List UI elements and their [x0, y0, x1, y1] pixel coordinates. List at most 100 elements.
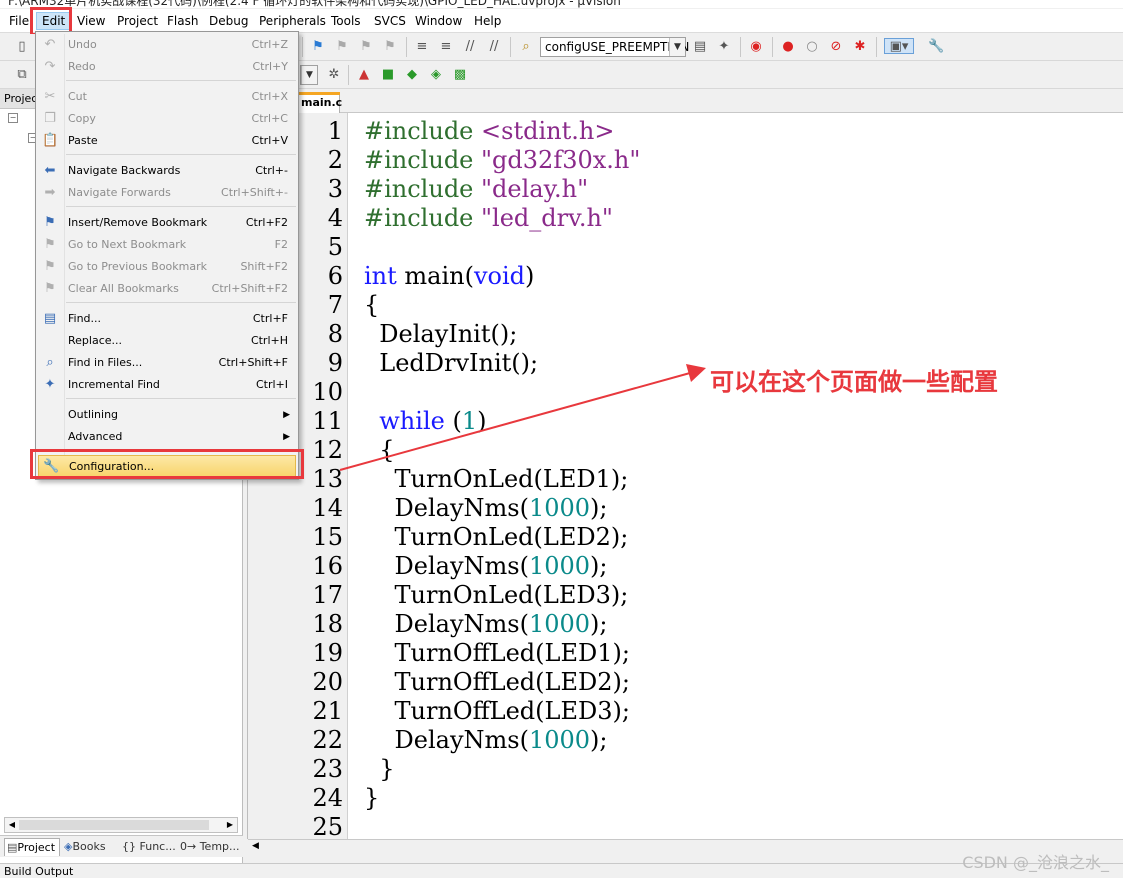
- scroll-left-icon[interactable]: ◀: [5, 818, 19, 832]
- breakpoint-clear-icon[interactable]: ⊘: [828, 39, 844, 55]
- tree-expand-icon[interactable]: −: [8, 113, 18, 123]
- menu-item-outlining[interactable]: Outlining ▶: [38, 404, 296, 426]
- project-panel-scrollbar[interactable]: ◀ ▶: [4, 817, 238, 833]
- code-line: TurnOnLed(LED2);: [364, 523, 629, 552]
- submenu-arrow-icon: ▶: [283, 432, 290, 442]
- menu-flash[interactable]: Flash: [162, 12, 203, 30]
- code-token: LedDrvInit();: [364, 349, 539, 377]
- debug-start-icon[interactable]: ◉: [748, 39, 764, 55]
- code-token: 1000: [528, 494, 591, 522]
- select-software-packs-icon[interactable]: ◆: [404, 67, 420, 83]
- package-icon[interactable]: ▩: [452, 67, 468, 83]
- new-file-icon[interactable]: ▯: [14, 39, 30, 55]
- menu-item-label: Go to Next Bookmark: [68, 238, 187, 251]
- menu-item-label: Advanced: [68, 430, 123, 443]
- code-token: TurnOffLed(LED2);: [364, 668, 630, 696]
- menu-svcs[interactable]: SVCS: [369, 12, 411, 30]
- menu-window[interactable]: Window: [410, 12, 467, 30]
- menu-item-label: Undo: [68, 38, 97, 51]
- breakpoint-kill-icon[interactable]: ✱: [852, 39, 868, 55]
- menu-item-label: Replace...: [68, 334, 123, 347]
- manage-components-icon[interactable]: ▲: [356, 67, 372, 83]
- menu-item-find-in-files[interactable]: ⌕ Find in Files... Ctrl+Shift+F: [38, 352, 296, 374]
- menu-item-label: Navigate Backwards: [68, 164, 181, 177]
- menu-file[interactable]: File: [4, 12, 34, 30]
- prev-bookmark-icon[interactable]: ⚑: [334, 39, 350, 55]
- code-token: while: [379, 407, 445, 435]
- tab-project[interactable]: ▤Project: [4, 838, 60, 856]
- scroll-left-icon[interactable]: ◀: [252, 841, 259, 851]
- menu-debug[interactable]: Debug: [204, 12, 253, 30]
- menu-item-label: Find...: [68, 312, 102, 325]
- menu-item-incremental-find[interactable]: ✦ Incremental Find Ctrl+I: [38, 374, 296, 396]
- find-in-files-icon[interactable]: ⌕: [518, 39, 534, 55]
- window-layout-icon[interactable]: ▣▾: [884, 38, 914, 54]
- scroll-right-icon[interactable]: ▶: [223, 818, 237, 832]
- menu-item-clear-all-bookmarks[interactable]: ⚑ Clear All Bookmarks Ctrl+Shift+F2: [38, 278, 296, 300]
- menu-separator: [66, 302, 296, 303]
- code-line: DelayInit();: [364, 320, 517, 349]
- menu-separator: [66, 398, 296, 399]
- menu-item-paste[interactable]: 📋 Paste Ctrl+V: [38, 130, 296, 152]
- unindent-icon[interactable]: ≡: [438, 39, 454, 55]
- chevron-down-icon[interactable]: ▼: [669, 38, 685, 56]
- menu-item-insert-remove-bookmark[interactable]: ⚑ Insert/Remove Bookmark Ctrl+F2: [38, 212, 296, 234]
- code-token: TurnOffLed(LED3);: [364, 697, 630, 725]
- menu-item-shortcut: Ctrl+V: [251, 134, 288, 147]
- menu-tools[interactable]: Tools: [326, 12, 366, 30]
- menu-item-find[interactable]: ▤ Find... Ctrl+F: [38, 308, 296, 330]
- clear-bookmarks-icon[interactable]: ⚑: [382, 39, 398, 55]
- menu-item-label: Configuration...: [69, 460, 155, 473]
- comment-icon[interactable]: //: [462, 39, 478, 55]
- bookmark-icon[interactable]: ⚑: [310, 39, 326, 55]
- code-token: TurnOffLed(LED1);: [364, 639, 630, 667]
- menu-item-label: Paste: [68, 134, 98, 147]
- menu-item-cut[interactable]: ✂ Cut Ctrl+X: [38, 86, 296, 108]
- code-line: while (1): [364, 407, 486, 436]
- code-token: DelayNms(: [364, 610, 529, 638]
- find-icon[interactable]: ▤: [692, 39, 708, 55]
- menu-help[interactable]: Help: [469, 12, 506, 30]
- pack-installer-icon[interactable]: ■: [380, 67, 396, 83]
- breakpoint-icon[interactable]: ●: [780, 39, 796, 55]
- menu-item-replace[interactable]: Replace... Ctrl+H: [38, 330, 296, 352]
- indent-icon[interactable]: ≡: [414, 39, 430, 55]
- tab-templates[interactable]: 0→ Temp...: [178, 838, 240, 856]
- code-area[interactable]: #include <stdint.h> #include "gd32f30x.h"…: [350, 113, 1123, 839]
- tab-main-c[interactable]: main.c: [294, 92, 342, 113]
- tab-functions[interactable]: {} Func...: [120, 838, 176, 856]
- menu-item-go-to-previous-bookmark[interactable]: ⚑ Go to Previous Bookmark Shift+F2: [38, 256, 296, 278]
- menu-peripherals[interactable]: Peripherals: [254, 12, 331, 30]
- menu-item-shortcut: Ctrl+Shift+-: [221, 186, 288, 199]
- menu-view[interactable]: View: [72, 12, 110, 30]
- code-line: LedDrvInit();: [364, 349, 538, 378]
- menu-item-redo[interactable]: ↷ Redo Ctrl+Y: [38, 56, 296, 78]
- menu-item-go-to-next-bookmark[interactable]: ⚑ Go to Next Bookmark F2: [38, 234, 296, 256]
- tab-books[interactable]: ◈Books: [62, 838, 118, 856]
- incremental-find-icon[interactable]: ✦: [716, 39, 732, 55]
- menu-item-undo[interactable]: ↶ Undo Ctrl+Z: [38, 34, 296, 56]
- binoculars-icon: ✦: [44, 377, 56, 392]
- menu-item-navigate-forwards[interactable]: ➡ Navigate Forwards Ctrl+Shift+-: [38, 182, 296, 204]
- menu-edit[interactable]: Edit: [36, 12, 72, 30]
- translate-icon[interactable]: ⧉: [14, 67, 30, 83]
- menu-item-configuration[interactable]: 🔧 Configuration...: [38, 455, 296, 477]
- config-combo[interactable]: configUSE_PREEMPTION ▼: [540, 37, 689, 57]
- chevron-down-icon[interactable]: ▼: [301, 66, 317, 84]
- uncomment-icon[interactable]: //: [486, 39, 502, 55]
- run-time-environment-icon[interactable]: ◈: [428, 67, 444, 83]
- menu-item-advanced[interactable]: Advanced ▶: [38, 426, 296, 448]
- code-token: <stdint.h>: [481, 117, 615, 145]
- menu-separator: [66, 80, 296, 81]
- menu-item-navigate-backwards[interactable]: ⬅ Navigate Backwards Ctrl+-: [38, 160, 296, 182]
- breakpoint-disable-icon[interactable]: ○: [804, 39, 820, 55]
- menu-item-shortcut: F2: [274, 238, 288, 251]
- menu-project[interactable]: Project: [112, 12, 163, 30]
- project-bottom-tabs: ▤Project ◈Books {} Func... 0→ Temp...: [0, 835, 243, 857]
- target-combo[interactable]: ▼: [300, 65, 318, 85]
- next-bookmark-icon[interactable]: ⚑: [358, 39, 374, 55]
- target-options-icon[interactable]: ✲: [326, 67, 342, 83]
- code-line: DelayNms(1000);: [364, 610, 608, 639]
- menu-item-copy[interactable]: ❐ Copy Ctrl+C: [38, 108, 296, 130]
- wrench-icon[interactable]: 🔧: [928, 39, 944, 55]
